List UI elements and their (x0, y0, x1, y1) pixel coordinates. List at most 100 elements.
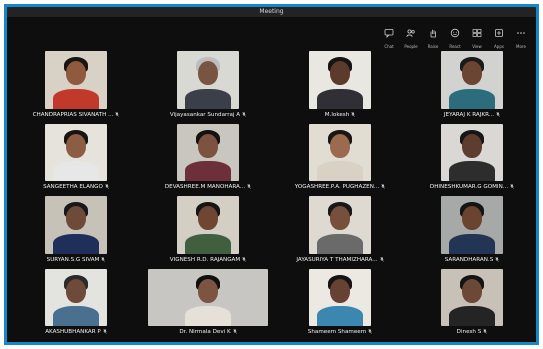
participant-name: DHINESHKUMAR.G GOMIN... (407, 182, 536, 193)
people-icon (406, 23, 416, 42)
participant-video (441, 196, 503, 254)
participant-video (441, 123, 503, 181)
toolbar-button-people[interactable]: People (400, 17, 422, 51)
toolbar-button-view[interactable]: View (466, 17, 488, 51)
participant-name: JEYARAJ K RAJKR... (407, 110, 536, 121)
toolbar-button-raise[interactable]: Raise (422, 17, 444, 51)
participant-video (177, 196, 239, 254)
participant-name: M.lokesh (275, 110, 405, 121)
participant-tile[interactable]: SANGEETHA ELANGO (11, 123, 141, 195)
participant-video (45, 123, 107, 181)
participant-name-text: SURYAN.S.G SIVAM (46, 256, 100, 263)
participant-name-text: SARANDHARAN.S (444, 256, 494, 263)
participant-name: SURYAN.S.G SIVAM (11, 255, 141, 266)
toolbar-button-label: Chat (384, 44, 394, 49)
toolbar-button-more[interactable]: More (510, 17, 532, 51)
participant-name: DEVASHREE.M MANOHARA... (143, 182, 273, 193)
participant-tile[interactable]: DHINESHKUMAR.G GOMIN... (407, 123, 536, 195)
participant-name-text: Dinesh S (456, 329, 482, 335)
participant-video (177, 51, 239, 109)
participant-name: VIGNESH R.D. RAJANGAM (143, 255, 273, 266)
view-icon (472, 23, 482, 42)
chat-icon (384, 23, 394, 42)
participant-name-text: YOGASHREE.P.A. PUGHAZEN... (294, 184, 380, 190)
participant-grid: CHANDRAPRIAS SIVANATH ... Vijayasankar Su… (11, 51, 536, 342)
toolbar-button-label: View (472, 44, 482, 49)
participant-name-text: CHANDRAPRIAS SIVANATH ... (32, 111, 114, 118)
participant-name-text: VIGNESH R.D. RAJANGAM (169, 256, 241, 263)
participant-name-text: Vijayasankar Sundarraj A (169, 111, 241, 118)
participant-name-text: JEYARAJ K RAJKR... (443, 111, 495, 118)
participant-tile[interactable]: Dinesh S (407, 268, 536, 340)
toolbar-button-label: React (449, 44, 461, 49)
apps-icon (494, 23, 504, 42)
participant-name-text: SANGEETHA ELANGO (43, 184, 103, 190)
mic-off-icon (368, 329, 373, 334)
participant-name-text: DHINESHKUMAR.G GOMIN... (429, 184, 509, 190)
participant-name: Dinesh S (407, 327, 536, 338)
participant-tile[interactable]: DEVASHREE.M MANOHARA... (143, 123, 273, 195)
participant-name-text: AKASHUBHANKAR P (45, 329, 101, 335)
mic-off-icon (379, 256, 384, 262)
mic-off-icon (495, 256, 500, 262)
mic-off-icon (483, 329, 488, 334)
participant-name: SARANDHARAN.S (407, 255, 536, 266)
participant-name: CHANDRAPRIAS SIVANATH ... (11, 110, 141, 121)
mic-off-icon (242, 256, 247, 262)
participant-tile[interactable]: Vijayasankar Sundarraj A (143, 51, 273, 123)
participant-name-text: M.lokesh (324, 111, 350, 118)
meeting-window: Meeting Chat People Raise React View Apps More… (4, 4, 539, 345)
react-icon (450, 23, 460, 42)
participant-tile[interactable]: JAYASURIYA T THAMIZHARA... (275, 196, 405, 268)
mic-off-icon (102, 329, 107, 334)
participant-video (441, 51, 503, 109)
participant-video (148, 268, 268, 326)
participant-tile[interactable]: CHANDRAPRIAS SIVANATH ... (11, 51, 141, 123)
participant-tile[interactable]: JEYARAJ K RAJKR... (407, 51, 536, 123)
participant-tile[interactable]: AKASHUBHANKAR P (11, 268, 141, 340)
mic-off-icon (496, 111, 500, 117)
participant-name-text: Shameem Shameem (307, 329, 367, 335)
raise-hand-icon (428, 23, 438, 42)
participant-name: JAYASURIYA T THAMIZHARA... (275, 255, 405, 266)
meeting-toolbar: Chat People Raise React View Apps More (378, 17, 532, 51)
participant-name-text: DEVASHREE.M MANOHARA... (164, 184, 246, 190)
participant-tile[interactable]: M.lokesh (275, 51, 405, 123)
participant-tile[interactable]: VIGNESH R.D. RAJANGAM (143, 196, 273, 268)
mic-off-icon (381, 184, 386, 189)
participant-name: YOGASHREE.P.A. PUGHAZEN... (275, 182, 405, 193)
mic-off-icon (101, 256, 106, 262)
participant-video (45, 196, 107, 254)
participant-video (309, 268, 371, 326)
participant-name: Dr. Nirmala Devi K (143, 327, 273, 338)
participant-tile[interactable]: SARANDHARAN.S (407, 196, 536, 268)
mic-off-icon (232, 329, 237, 334)
participant-name-text: JAYASURIYA T THAMIZHARA... (296, 256, 378, 263)
participant-video (309, 196, 371, 254)
participant-tile[interactable]: Dr. Nirmala Devi K (143, 268, 273, 340)
mic-off-icon (510, 184, 514, 189)
participant-video (309, 123, 371, 181)
participant-name: AKASHUBHANKAR P (11, 327, 141, 338)
toolbar-button-chat[interactable]: Chat (378, 17, 400, 51)
toolbar-button-label: Raise (427, 44, 439, 49)
participant-name: SANGEETHA ELANGO (11, 182, 141, 193)
mic-off-icon (351, 111, 356, 117)
window-title: Meeting (7, 7, 536, 17)
participant-video (441, 268, 503, 326)
toolbar-button-label: More (516, 44, 526, 49)
mic-off-icon (247, 184, 251, 189)
more-icon (516, 23, 526, 42)
participant-tile[interactable]: Shameem Shameem (275, 268, 405, 340)
participant-video (309, 51, 371, 109)
mic-off-icon (115, 111, 120, 117)
participant-tile[interactable]: SURYAN.S.G SIVAM (11, 196, 141, 268)
participant-tile[interactable]: YOGASHREE.P.A. PUGHAZEN... (275, 123, 405, 195)
toolbar-button-label: Apps (494, 44, 504, 49)
participant-name: Vijayasankar Sundarraj A (143, 110, 273, 121)
participant-video (45, 268, 107, 326)
toolbar-button-label: People (404, 44, 418, 49)
toolbar-button-react[interactable]: React (444, 17, 466, 51)
participant-name-text: Dr. Nirmala Devi K (179, 329, 231, 335)
toolbar-button-apps[interactable]: Apps (488, 17, 510, 51)
